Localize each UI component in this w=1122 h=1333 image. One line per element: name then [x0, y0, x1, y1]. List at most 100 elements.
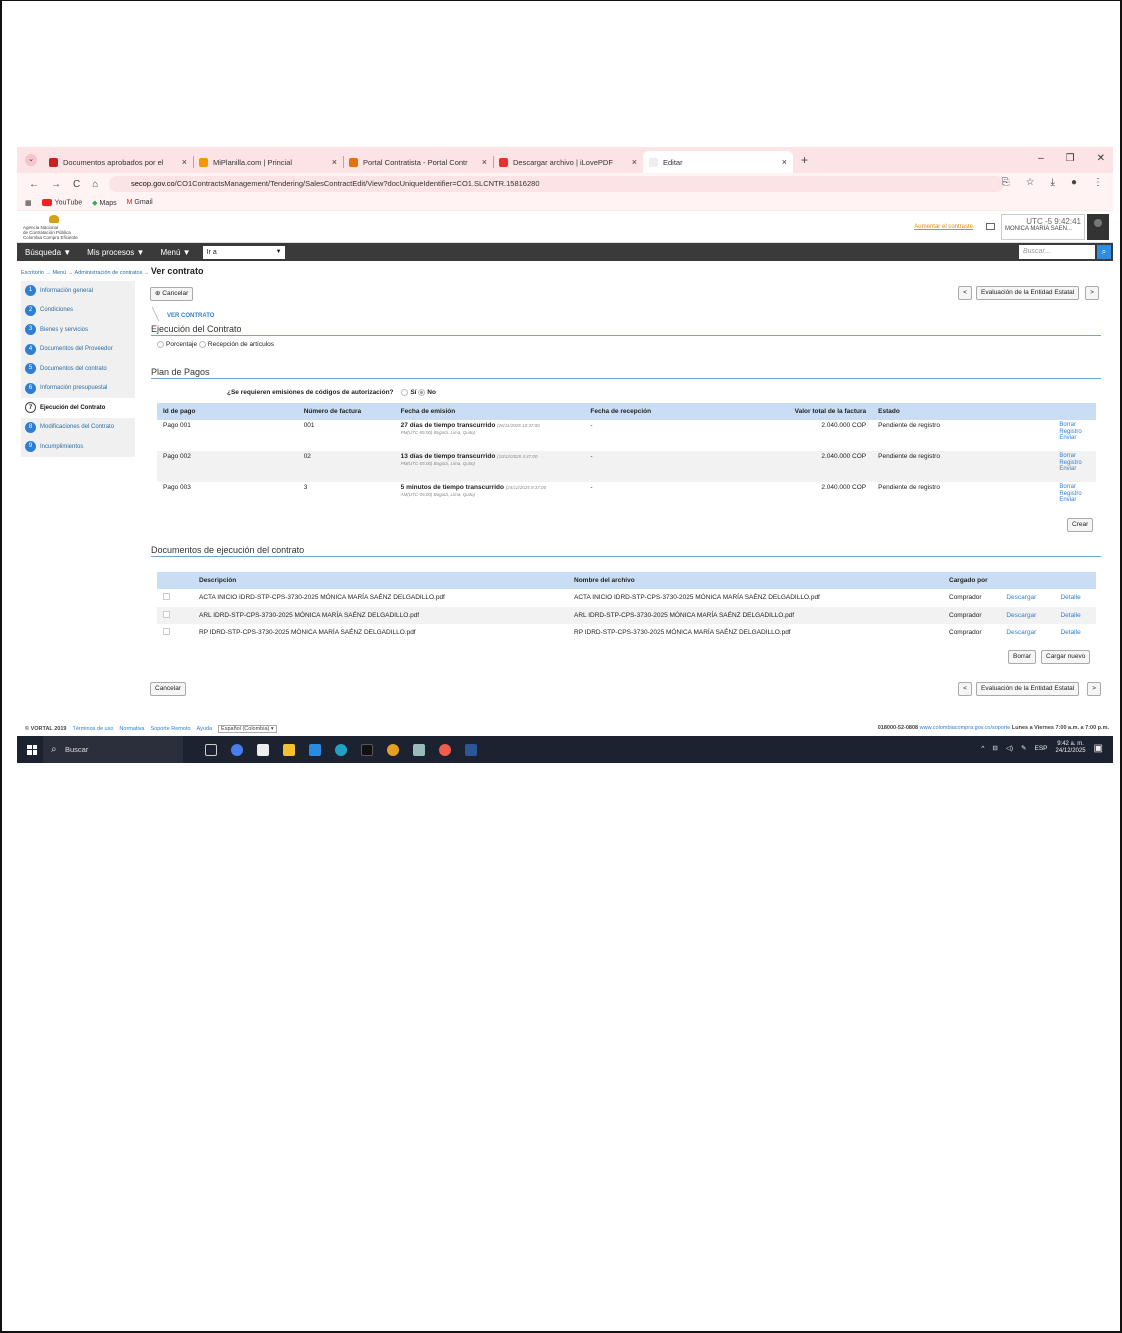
volume-icon[interactable]: ◁): [1006, 744, 1013, 752]
file-explorer-icon[interactable]: [283, 743, 295, 756]
edge-icon[interactable]: [335, 743, 347, 756]
store-icon[interactable]: [309, 743, 321, 756]
apps-grid-icon[interactable]: ▦: [25, 199, 32, 207]
browser-tab[interactable]: Portal Contratista - Portal Contr ×: [343, 151, 493, 173]
detalle-link[interactable]: Detalle: [1054, 606, 1096, 624]
avatar[interactable]: [1087, 214, 1109, 240]
taskbar-search[interactable]: Buscar: [43, 736, 183, 763]
crear-button[interactable]: Crear: [1067, 518, 1094, 532]
close-tab-icon[interactable]: ×: [632, 157, 637, 167]
descargar-link[interactable]: Descargar: [1000, 624, 1054, 642]
tab-search-icon[interactable]: ⌄: [25, 154, 37, 166]
enviar-link[interactable]: Enviar: [1059, 466, 1090, 473]
forward-icon[interactable]: →: [51, 179, 61, 190]
contrast-link[interactable]: Aumentar el contraste: [914, 224, 973, 230]
sidebar-item-modificaciones[interactable]: 8 Modificaciones del Contrato: [21, 418, 135, 438]
minimize-icon[interactable]: –: [1038, 153, 1044, 164]
word-icon[interactable]: [465, 743, 477, 756]
bookmark-youtube[interactable]: YouTube: [41, 198, 82, 206]
browser-tab-active[interactable]: Editar ×: [643, 151, 793, 173]
colombia-compra-logo[interactable]: Agencia Nacional de Contratación Pública…: [23, 215, 93, 240]
row-checkbox[interactable]: [163, 610, 170, 618]
support-link[interactable]: www.colombiacompra.gov.co/soporte: [920, 725, 1011, 731]
language-select[interactable]: Español (Colombia) ▾: [218, 725, 277, 733]
close-window-icon[interactable]: ✕: [1097, 153, 1105, 164]
terminos-link[interactable]: Términos de uso: [72, 726, 113, 732]
prev-bottom-button[interactable]: <: [958, 682, 972, 696]
restore-icon[interactable]: ❐: [1066, 153, 1075, 164]
descargar-link[interactable]: Descargar: [1000, 606, 1055, 624]
row-checkbox[interactable]: [163, 593, 170, 601]
recepcion-radio[interactable]: [198, 341, 206, 348]
normativa-link[interactable]: Normativa: [119, 726, 144, 732]
row-checkbox[interactable]: [163, 628, 170, 636]
detalle-link[interactable]: Detalle: [1054, 589, 1096, 607]
sidebar-item-bienes[interactable]: 3 Bienes y servicios: [21, 320, 135, 340]
sidebar-item-informacion-general[interactable]: 1 Información general: [21, 281, 135, 301]
mail-icon[interactable]: [986, 223, 995, 230]
enviar-link[interactable]: Enviar: [1059, 435, 1090, 442]
browser-tab[interactable]: Descargar archivo | iLovePDF ×: [493, 151, 643, 173]
browser-tab[interactable]: MiPlanilla.com | Princial ×: [193, 151, 343, 173]
cancel-bottom-button[interactable]: Cancelar: [150, 682, 187, 696]
pen-icon[interactable]: ✎: [1021, 744, 1026, 752]
ayuda-link[interactable]: Ayuda: [197, 726, 213, 732]
sidebar-item-documentos-proveedor[interactable]: 4 Documentos del Proveedor: [21, 340, 135, 360]
descargar-link[interactable]: Descargar: [1000, 589, 1054, 607]
reload-icon[interactable]: C: [73, 179, 80, 190]
back-icon[interactable]: ←: [29, 179, 39, 190]
translate-icon[interactable]: ⎘: [1002, 177, 1010, 188]
borrar-button[interactable]: Borrar: [1008, 650, 1037, 664]
next-bottom-button[interactable]: >: [1087, 682, 1101, 696]
ir-a-select[interactable]: Ir a: [202, 245, 285, 259]
new-tab-icon[interactable]: +: [801, 153, 808, 167]
cargar-nuevo-button[interactable]: Cargar nuevo: [1041, 650, 1091, 664]
sidebar-item-presupuestal[interactable]: 6 Información presupuestal: [21, 379, 135, 399]
soporte-link[interactable]: Soporte Remoto: [150, 726, 190, 732]
enviar-link[interactable]: Enviar: [1059, 497, 1090, 504]
search-icon[interactable]: ⌕: [1097, 245, 1111, 259]
no-radio[interactable]: [418, 389, 426, 396]
paint-icon[interactable]: [413, 743, 425, 756]
windows-start-icon[interactable]: [27, 744, 37, 755]
detalle-link[interactable]: Detalle: [1054, 624, 1096, 642]
si-radio[interactable]: [401, 389, 409, 396]
menu-dots-icon[interactable]: ⋮: [1093, 177, 1103, 188]
taskbar-clock[interactable]: 9:42 a. m. 24/12/2025: [1056, 741, 1086, 755]
calendar-icon[interactable]: [257, 743, 269, 756]
home-icon[interactable]: ⌂: [92, 179, 98, 190]
prev-button[interactable]: <: [958, 286, 972, 300]
notifications-icon[interactable]: ▣: [1094, 743, 1103, 754]
bookmark-star-icon[interactable]: ☆: [1026, 177, 1035, 188]
next-button[interactable]: >: [1085, 286, 1099, 300]
nav-menu[interactable]: Menú ▼: [160, 248, 190, 257]
network-icon[interactable]: ⊟: [992, 744, 997, 752]
profile-icon[interactable]: ●: [1071, 177, 1077, 188]
task-view-icon[interactable]: [205, 743, 217, 756]
close-tab-icon[interactable]: ×: [332, 157, 337, 167]
download-icon[interactable]: ⤓: [1051, 177, 1055, 188]
sidebar-item-documentos-contrato[interactable]: 5 Documentos del contrato: [21, 359, 135, 379]
search-input[interactable]: Buscar...: [1019, 245, 1095, 259]
chrome-icon[interactable]: [387, 743, 399, 756]
language-indicator[interactable]: ESP: [1035, 745, 1048, 752]
close-tab-icon[interactable]: ×: [482, 157, 487, 167]
cancel-button[interactable]: ⊕ Cancelar: [150, 287, 194, 301]
close-tab-icon[interactable]: ×: [782, 157, 787, 167]
tray-chevron-icon[interactable]: ^: [981, 745, 984, 752]
breadcrumb-path[interactable]: Escritorio → Menú → Administración de co…: [21, 270, 149, 276]
sidebar-item-condiciones[interactable]: 2 Condiciones: [21, 301, 135, 321]
evaluacion-bottom-button[interactable]: Evaluación de la Entidad Estatal: [976, 682, 1080, 696]
sidebar-item-incumplimientos[interactable]: 9 Incumplimientos: [21, 437, 135, 457]
bookmark-gmail[interactable]: M Gmail: [127, 199, 153, 206]
browser-tab[interactable]: Documentos aprobados por el ×: [43, 151, 193, 173]
evaluacion-button[interactable]: Evaluación de la Entidad Estatal: [976, 286, 1080, 300]
sidebar-item-ejecucion[interactable]: 7 Ejecución del Contrato: [21, 398, 135, 418]
user-info-box[interactable]: UTC -5 9:42:41 MONICA MARIA SAEN...: [1001, 214, 1085, 240]
bookmark-maps[interactable]: ◆ Maps: [92, 199, 116, 207]
nav-mis-procesos[interactable]: Mis procesos ▼: [87, 248, 144, 257]
copilot-icon[interactable]: [231, 743, 243, 756]
porcentaje-radio[interactable]: [157, 341, 164, 348]
chrome-active-icon[interactable]: [439, 743, 451, 756]
url-input[interactable]: secop.gov.co/CO1ContractsManagement/Tend…: [109, 176, 1004, 192]
